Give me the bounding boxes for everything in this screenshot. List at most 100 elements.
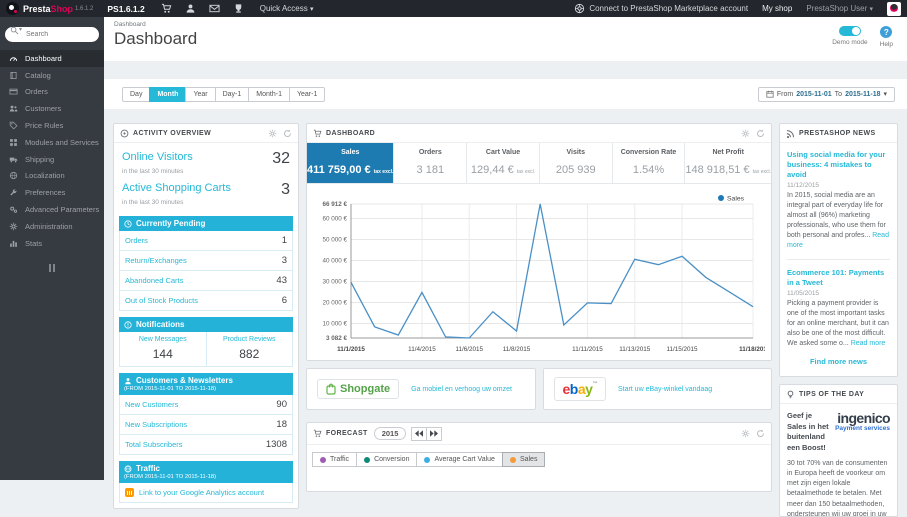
new-messages-cell[interactable]: New Messages 144	[120, 332, 207, 366]
kpi-tab-sales[interactable]: Sales 411 759,00 € tax excl.	[307, 143, 395, 183]
rewind-icon[interactable]	[411, 426, 428, 441]
svg-text:40 000 €: 40 000 €	[322, 257, 347, 264]
cogs-icon	[9, 205, 18, 214]
sidebar-item-price-rules[interactable]: Price Rules	[0, 117, 104, 134]
panel-title: TIPS OF THE DAY	[786, 390, 864, 399]
kpi-tab-visits[interactable]: Visits 205 939	[540, 143, 613, 183]
filter-year-button[interactable]: Year	[185, 86, 216, 102]
filter-month-1-button[interactable]: Month-1	[248, 86, 290, 102]
ebay-logo[interactable]: ebay™	[553, 377, 606, 401]
fast-forward-icon[interactable]	[426, 426, 443, 441]
date-to: 2015-11-18	[845, 90, 881, 98]
table-row: New Customers 90	[120, 395, 292, 415]
sidebar-item-label: Preferences	[25, 188, 66, 198]
sidebar-item-preferences[interactable]: Preferences	[0, 184, 104, 201]
sidebar-item-catalog[interactable]: Catalog	[0, 67, 104, 84]
find-more-news-link[interactable]: Find more news	[787, 357, 890, 366]
gear-icon[interactable]	[741, 429, 750, 438]
news-article-excerpt: In 2015, social media are an integral pa…	[787, 192, 889, 249]
panel-title: FORECAST	[313, 429, 368, 438]
avatar[interactable]	[887, 1, 901, 16]
sidebar-item-label: Customers	[25, 104, 62, 114]
filter-day-1-button[interactable]: Day-1	[214, 86, 250, 102]
kpi-tab-orders[interactable]: Orders 3 181	[394, 143, 468, 183]
sidebar-item-orders[interactable]: Orders	[0, 84, 104, 101]
legend-conversion-button[interactable]: Conversion	[356, 452, 418, 467]
google-analytics-link[interactable]: Link to your Google Analytics account	[119, 483, 293, 503]
shopgate-logo[interactable]: Shopgate	[317, 379, 400, 399]
user-menu[interactable]: PrestaShop User ▾	[806, 4, 873, 13]
table-row: Total Subscribers 1308	[125, 439, 287, 450]
refresh-icon[interactable]	[756, 129, 765, 138]
sidebar-item-dashboard[interactable]: Dashboard	[0, 50, 104, 67]
gear-icon[interactable]	[268, 129, 277, 138]
sidebar-item-label: Administration	[25, 221, 73, 231]
online-visitors-value: 32	[272, 150, 290, 167]
gear-icon[interactable]	[741, 129, 750, 138]
shopgate-ad-link[interactable]: Ga mobiel en verhoog uw omzet	[411, 386, 512, 393]
news-article-link[interactable]: Using social media for your business: 4 …	[787, 150, 890, 179]
shop-name[interactable]: PS1.6.1.2	[107, 4, 144, 14]
legend-traffic-button[interactable]: Traffic	[312, 452, 358, 467]
panel-title: DASHBOARD	[313, 129, 375, 138]
brand-name: PrestaShop	[23, 3, 74, 14]
total-subscribers-link[interactable]: Total Subscribers	[125, 440, 183, 449]
globe-icon	[124, 465, 132, 473]
sidebar-item-stats[interactable]: Stats	[0, 235, 104, 252]
pause-icon	[49, 263, 51, 272]
activity-icon	[120, 129, 129, 138]
sidebar-item-modules[interactable]: Modules and Services	[0, 134, 104, 151]
trophy-icon[interactable]	[233, 3, 244, 14]
filter-month-button[interactable]: Month	[149, 86, 187, 102]
messages-icon[interactable]	[209, 3, 220, 14]
filter-year-1-button[interactable]: Year-1	[288, 86, 326, 102]
cart-icon[interactable]	[161, 3, 172, 14]
sidebar-item-shipping[interactable]: Shipping	[0, 151, 104, 168]
sidebar-item-localization[interactable]: Localization	[0, 168, 104, 185]
out-of-stock-link[interactable]: Out of Stock Products	[125, 296, 198, 305]
news-article-link[interactable]: Ecommerce 101: Payments in a Tweet	[787, 268, 890, 288]
read-more-link[interactable]: Read more	[851, 340, 886, 347]
new-customers-link[interactable]: New Customers	[125, 400, 178, 409]
pending-returns-link[interactable]: Return/Exchanges	[125, 256, 187, 265]
chevron-down-icon[interactable]: ▾	[19, 26, 22, 33]
kpi-tab-net-profit[interactable]: Net Profit 148 918,51 € tax excl.	[685, 143, 771, 183]
marketplace-connect-link[interactable]: Connect to PrestaShop Marketplace accoun…	[574, 3, 748, 14]
toggle-on-icon[interactable]	[838, 26, 861, 36]
active-carts-link[interactable]: Active Shopping Carts	[122, 182, 231, 194]
pending-orders-link[interactable]: Orders	[125, 236, 148, 245]
legend-sales-button[interactable]: Sales	[501, 452, 546, 467]
news-article-excerpt: Picking a payment provider is one of the…	[787, 300, 889, 348]
forecast-year[interactable]: 2015	[373, 427, 407, 440]
sidebar-item-administration[interactable]: Administration	[0, 218, 104, 235]
news-article: Using social media for your business: 4 …	[787, 150, 890, 251]
filter-day-button[interactable]: Day	[122, 86, 151, 102]
gear-icon	[9, 222, 18, 231]
legend-average-cart-value-button[interactable]: Average Cart Value	[416, 452, 503, 467]
sidebar-item-customers[interactable]: Customers	[0, 100, 104, 117]
my-shop-link[interactable]: My shop	[762, 4, 792, 13]
ebay-ad-link[interactable]: Start uw eBay-winkel vandaag	[618, 386, 712, 393]
new-subscriptions-link[interactable]: New Subscriptions	[125, 420, 187, 429]
help-button[interactable]: ? Help	[880, 26, 893, 48]
sales-dot-icon	[509, 456, 516, 463]
sidebar-item-advanced-parameters[interactable]: Advanced Parameters	[0, 201, 104, 218]
refresh-icon[interactable]	[283, 129, 292, 138]
demo-mode-toggle[interactable]: Demo mode	[832, 26, 868, 48]
customers-icon[interactable]	[185, 3, 196, 14]
kpi-tab-cart-value[interactable]: Cart Value 129,44 € tax excl.	[467, 143, 540, 183]
product-reviews-cell[interactable]: Product Reviews 882	[207, 332, 293, 366]
refresh-icon[interactable]	[756, 429, 765, 438]
online-visitors-link[interactable]: Online Visitors	[122, 151, 193, 163]
tips-of-the-day-panel: TIPS OF THE DAY ingenico Payment service…	[779, 384, 898, 517]
quick-access-menu[interactable]: Quick Access ▾	[260, 4, 314, 13]
abandoned-carts-link[interactable]: Abandoned Carts	[125, 276, 183, 285]
question-mark-icon[interactable]: ?	[880, 26, 893, 38]
breadcrumb[interactable]: Dashboard	[114, 21, 907, 28]
date-range-button[interactable]: From 2015-11-01 To 2015-11-18 ▾	[757, 86, 895, 102]
table-row: Orders 1	[120, 231, 292, 251]
kpi-tab-conversion-rate[interactable]: Conversion Rate 1.54%	[613, 143, 686, 183]
sidebar-collapse-button[interactable]	[0, 263, 104, 272]
kpi-tabs: Sales 411 759,00 € tax excl. Orders 3 181 …	[307, 143, 771, 184]
active-carts-value: 3	[281, 181, 290, 198]
